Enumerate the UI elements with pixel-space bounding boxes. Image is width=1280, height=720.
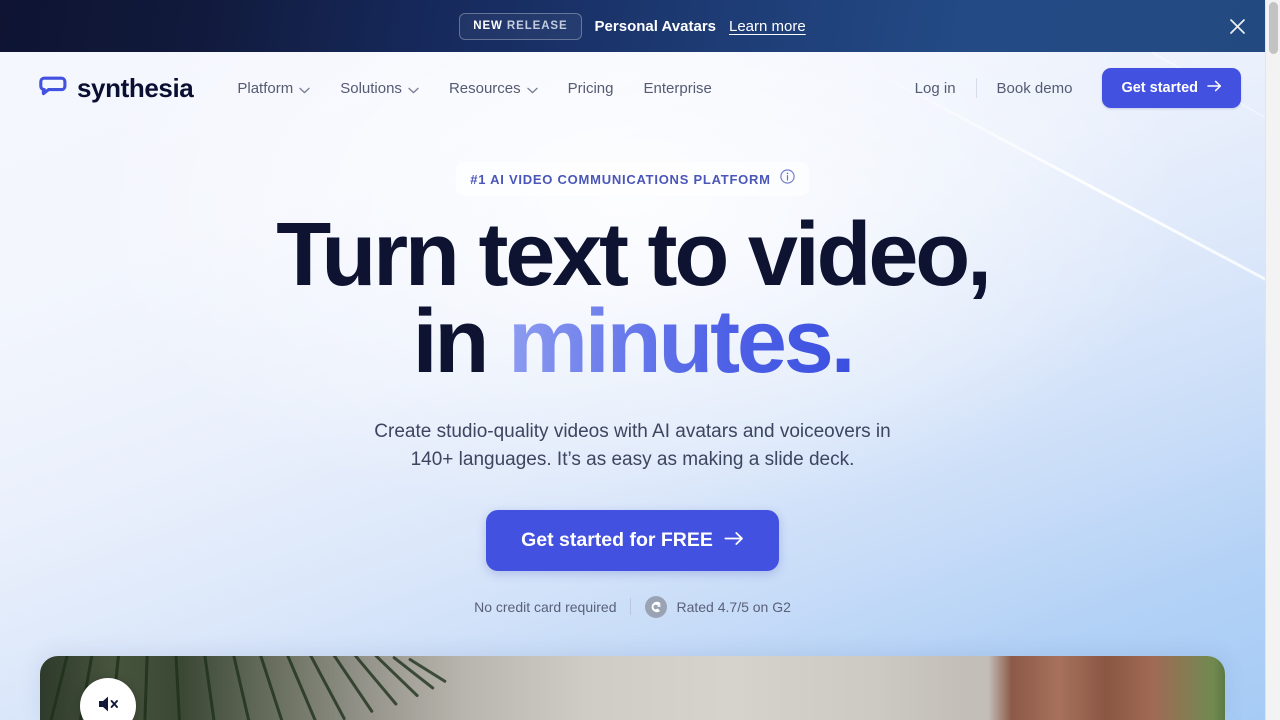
chevron-down-icon: [526, 81, 538, 98]
hero-subheading-line-1: Create studio-quality videos with AI ava…: [374, 420, 891, 442]
speaker-muted-icon: [96, 693, 120, 720]
arrow-right-icon: [724, 529, 744, 552]
headline-line-2-plain: in: [412, 292, 508, 393]
g2-rating-label: Rated 4.7/5 on G2: [676, 598, 791, 615]
hero-section: #1 AI VIDEO COMMUNICATIONS PLATFORM Turn…: [0, 52, 1265, 618]
nav-item-solutions-label: Solutions: [340, 79, 402, 97]
headline-highlight-word: minutes.: [507, 292, 856, 393]
page-scrollbar[interactable]: [1265, 0, 1280, 720]
badge-release-label: RELEASE: [506, 19, 568, 32]
announcement-banner: NEW RELEASE Personal Avatars Learn more: [0, 0, 1265, 52]
hero-eyebrow-label: #1 AI VIDEO COMMUNICATIONS PLATFORM: [470, 171, 771, 187]
nav-item-platform[interactable]: Platform: [225, 71, 322, 106]
hero-video-card[interactable]: [40, 656, 1225, 720]
page-viewport: NEW RELEASE Personal Avatars Learn more: [0, 0, 1265, 720]
announcement-learn-more-link[interactable]: Learn more: [729, 18, 806, 35]
get-started-button-label: Get started: [1121, 80, 1198, 96]
chevron-down-icon: [408, 81, 419, 98]
page-title: Turn text to video, in minutes.: [0, 205, 1265, 387]
chevron-down-icon: [299, 81, 310, 98]
login-link[interactable]: Log in: [899, 71, 972, 106]
nav-item-solutions[interactable]: Solutions: [328, 71, 431, 106]
nav-item-resources[interactable]: Resources: [437, 71, 550, 106]
trust-divider: [630, 598, 632, 616]
headline-line-1: Turn text to video,: [276, 205, 992, 305]
g2-logo-icon: [645, 595, 668, 618]
get-started-button[interactable]: Get started: [1102, 68, 1241, 108]
nav-item-resources-label: Resources: [448, 79, 521, 97]
announcement-title: Personal Avatars: [594, 17, 716, 35]
nav-item-platform-label: Platform: [237, 79, 294, 97]
main-navigation: synthesia Platform Solutions Resources P…: [0, 52, 1265, 124]
close-icon[interactable]: [1217, 6, 1257, 46]
brand-logo-link[interactable]: synthesia: [38, 72, 194, 104]
hero-video-thumbnail: [40, 656, 1225, 720]
browser-page: NEW RELEASE Personal Avatars Learn more: [0, 0, 1280, 720]
scrollbar-thumb[interactable]: [1269, 2, 1278, 54]
no-credit-card-text: No credit card required: [474, 598, 617, 615]
info-icon[interactable]: [780, 169, 795, 189]
nav-item-enterprise-label: Enterprise: [643, 79, 712, 97]
nav-item-pricing-label: Pricing: [567, 79, 614, 97]
hero-subheading-line-2: 140+ languages. It’s as easy as making a…: [410, 448, 855, 470]
headline-line-2: in minutes.: [0, 297, 1265, 387]
nav-item-pricing[interactable]: Pricing: [556, 72, 626, 105]
hero-eyebrow-badge: #1 AI VIDEO COMMUNICATIONS PLATFORM: [456, 162, 809, 196]
hero-trust-row: No credit card required Rated 4.7/5 on G…: [0, 595, 1265, 618]
nav-divider: [975, 78, 977, 98]
arrow-right-icon: [1207, 80, 1222, 96]
hero-subheading: Create studio-quality videos with AI ava…: [0, 418, 1265, 474]
announcement-content: NEW RELEASE Personal Avatars Learn more: [459, 12, 806, 40]
get-started-free-label: Get started for FREE: [521, 528, 713, 551]
new-release-badge: NEW RELEASE: [459, 12, 582, 40]
book-demo-link[interactable]: Book demo: [981, 71, 1089, 106]
nav-links: Platform Solutions Resources Pricing Ent…: [225, 71, 724, 106]
brand-name: synthesia: [77, 72, 194, 103]
synthesia-logo-icon: [38, 74, 68, 103]
nav-actions: Log in Book demo Get started: [899, 68, 1241, 108]
get-started-free-button[interactable]: Get started for FREE: [486, 509, 779, 571]
g2-rating[interactable]: Rated 4.7/5 on G2: [645, 595, 791, 618]
nav-item-enterprise[interactable]: Enterprise: [632, 72, 724, 105]
badge-new-label: NEW: [473, 19, 503, 32]
